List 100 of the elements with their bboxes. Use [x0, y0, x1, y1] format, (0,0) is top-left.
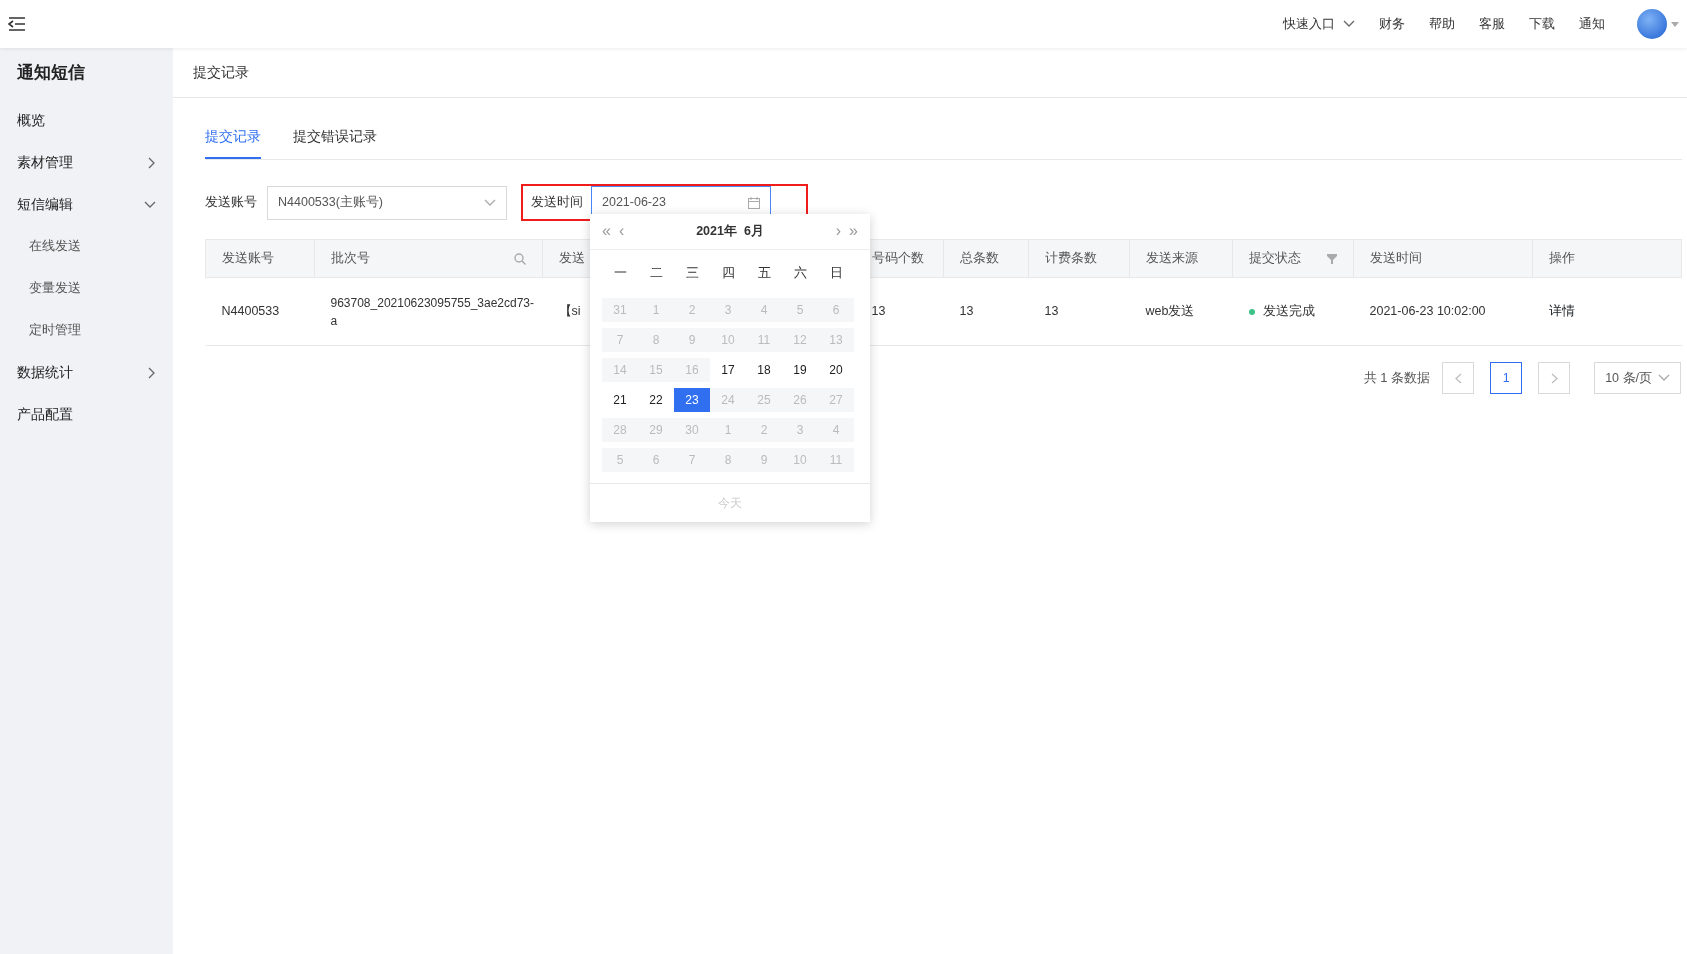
column-header: 操作 — [1549, 250, 1575, 268]
calendar-day: 1 — [710, 417, 746, 442]
column-header: 号码个数 — [872, 250, 924, 268]
sidebar-item[interactable]: 定时管理 — [0, 309, 173, 352]
table-cell: 2021-06-23 10:02:00 — [1369, 304, 1486, 319]
quick-entry-dropdown[interactable]: 快速入口 — [1283, 14, 1355, 34]
chevron-down-icon — [144, 200, 156, 209]
weekday-label: 三 — [684, 264, 700, 282]
page-button[interactable]: 1 — [1490, 362, 1523, 394]
next-page-button[interactable] — [1538, 362, 1571, 394]
column-header: 发送来源 — [1146, 250, 1198, 268]
column-header: 计费条数 — [1045, 250, 1097, 268]
sidebar-item[interactable]: 在线发送 — [0, 225, 173, 268]
calendar-day: 27 — [818, 387, 854, 412]
chevron-right-icon — [148, 156, 156, 169]
prev-page-button[interactable] — [1442, 362, 1475, 394]
sidebar-item[interactable]: 数据统计 — [0, 351, 173, 394]
calendar-day: 28 — [602, 417, 638, 442]
caret-down-icon[interactable] — [1671, 21, 1679, 27]
sidebar-item[interactable]: 素材管理 — [0, 141, 173, 184]
calendar-day: 31 — [602, 297, 638, 322]
calendar-day: 1 — [638, 297, 674, 322]
sidebar-item[interactable]: 概览 — [0, 99, 173, 142]
menu-fold-icon[interactable] — [8, 17, 26, 31]
weekday-label: 六 — [792, 264, 808, 282]
calendar-day: 10 — [782, 447, 818, 472]
column-header: 发送时间 — [1370, 250, 1422, 268]
topbar-link[interactable]: 通知 — [1579, 14, 1605, 34]
account-select[interactable]: N4400533(主账号) — [267, 185, 507, 220]
chevron-left-icon — [1454, 372, 1462, 384]
column-header: 发送 — [559, 250, 585, 268]
calendar-day: 25 — [746, 387, 782, 412]
calendar-day: 8 — [638, 327, 674, 352]
calendar-day[interactable]: 23 — [674, 387, 710, 412]
calendar-day: 14 — [602, 357, 638, 382]
column-header: 发送账号 — [222, 250, 274, 268]
calendar-day: 5 — [782, 297, 818, 322]
calendar-day[interactable]: 20 — [818, 357, 854, 382]
tab[interactable]: 提交错误记录 — [293, 114, 377, 159]
calendar-day: 26 — [782, 387, 818, 412]
calendar-day[interactable]: 19 — [782, 357, 818, 382]
chevron-down-icon — [1343, 20, 1355, 28]
page-size-select[interactable]: 10 条/页 — [1594, 362, 1681, 394]
sidebar-title: 通知短信 — [16, 62, 86, 84]
calendar-day: 2 — [746, 417, 782, 442]
filter-icon[interactable] — [1327, 253, 1337, 264]
sidebar-item[interactable]: 短信编辑 — [0, 183, 173, 226]
weekday-label: 日 — [828, 264, 844, 282]
topbar-link[interactable]: 下载 — [1529, 14, 1555, 34]
sidebar-item[interactable]: 变量发送 — [0, 267, 173, 310]
topbar-link[interactable]: 财务 — [1379, 14, 1405, 34]
column-header: 批次号 — [331, 250, 370, 268]
table-cell-text: 963708_20210623095755_3ae2cd73-a — [330, 294, 535, 330]
calendar-day[interactable]: 21 — [602, 387, 638, 412]
calendar-day: 3 — [710, 297, 746, 322]
calendar-day: 10 — [710, 327, 746, 352]
filter-label: 发送账号 — [205, 194, 257, 212]
table-cell: 13 — [1044, 304, 1059, 319]
calendar-day: 7 — [602, 327, 638, 352]
calendar-day: 30 — [674, 417, 710, 442]
calendar-day: 15 — [638, 357, 674, 382]
column-header: 提交状态 — [1249, 250, 1301, 268]
calendar-day: 8 — [710, 447, 746, 472]
calendar-day: 4 — [818, 417, 854, 442]
chevron-down-icon — [484, 198, 496, 207]
calendar-day: 12 — [782, 327, 818, 352]
filter-label: 发送时间 — [530, 194, 584, 212]
calendar-day: 2 — [674, 297, 710, 322]
weekday-label: 四 — [720, 264, 736, 282]
table-cell: N4400533 — [221, 304, 280, 319]
table-cell: 【si — [558, 304, 581, 319]
page-title: 提交记录 — [193, 63, 249, 82]
calendar-day: 4 — [746, 297, 782, 322]
weekday-label: 一 — [612, 264, 628, 282]
table-cell: 13 — [959, 304, 974, 319]
calendar-day[interactable]: 22 — [638, 387, 674, 412]
chevron-down-icon — [1658, 374, 1670, 382]
calendar-day: 7 — [674, 447, 710, 472]
tab[interactable]: 提交记录 — [205, 114, 261, 159]
calendar-day[interactable]: 18 — [746, 357, 782, 382]
total-count: 共 1 条数据 — [1363, 369, 1431, 388]
table-cell: 13 — [871, 304, 886, 319]
sidebar-item[interactable]: 产品配置 — [0, 393, 173, 436]
topbar-link[interactable]: 客服 — [1479, 14, 1505, 34]
calendar-day: 29 — [638, 417, 674, 442]
calendar-day: 11 — [746, 327, 782, 352]
calendar-day: 13 — [818, 327, 854, 352]
user-avatar[interactable] — [1637, 9, 1667, 39]
calendar-day: 16 — [674, 357, 710, 382]
weekday-label: 二 — [648, 264, 664, 282]
column-header: 总条数 — [960, 250, 999, 268]
calendar-day: 11 — [818, 447, 854, 472]
chevron-right-icon — [148, 366, 156, 379]
calendar-day[interactable]: 17 — [710, 357, 746, 382]
calendar-day: 5 — [602, 447, 638, 472]
details-link[interactable]: 详情 — [1548, 304, 1575, 319]
table-cell: web发送 — [1145, 304, 1195, 319]
search-icon[interactable] — [514, 252, 526, 265]
calendar-title: 2021年 6月 — [696, 223, 764, 240]
topbar-link[interactable]: 帮助 — [1429, 14, 1455, 34]
